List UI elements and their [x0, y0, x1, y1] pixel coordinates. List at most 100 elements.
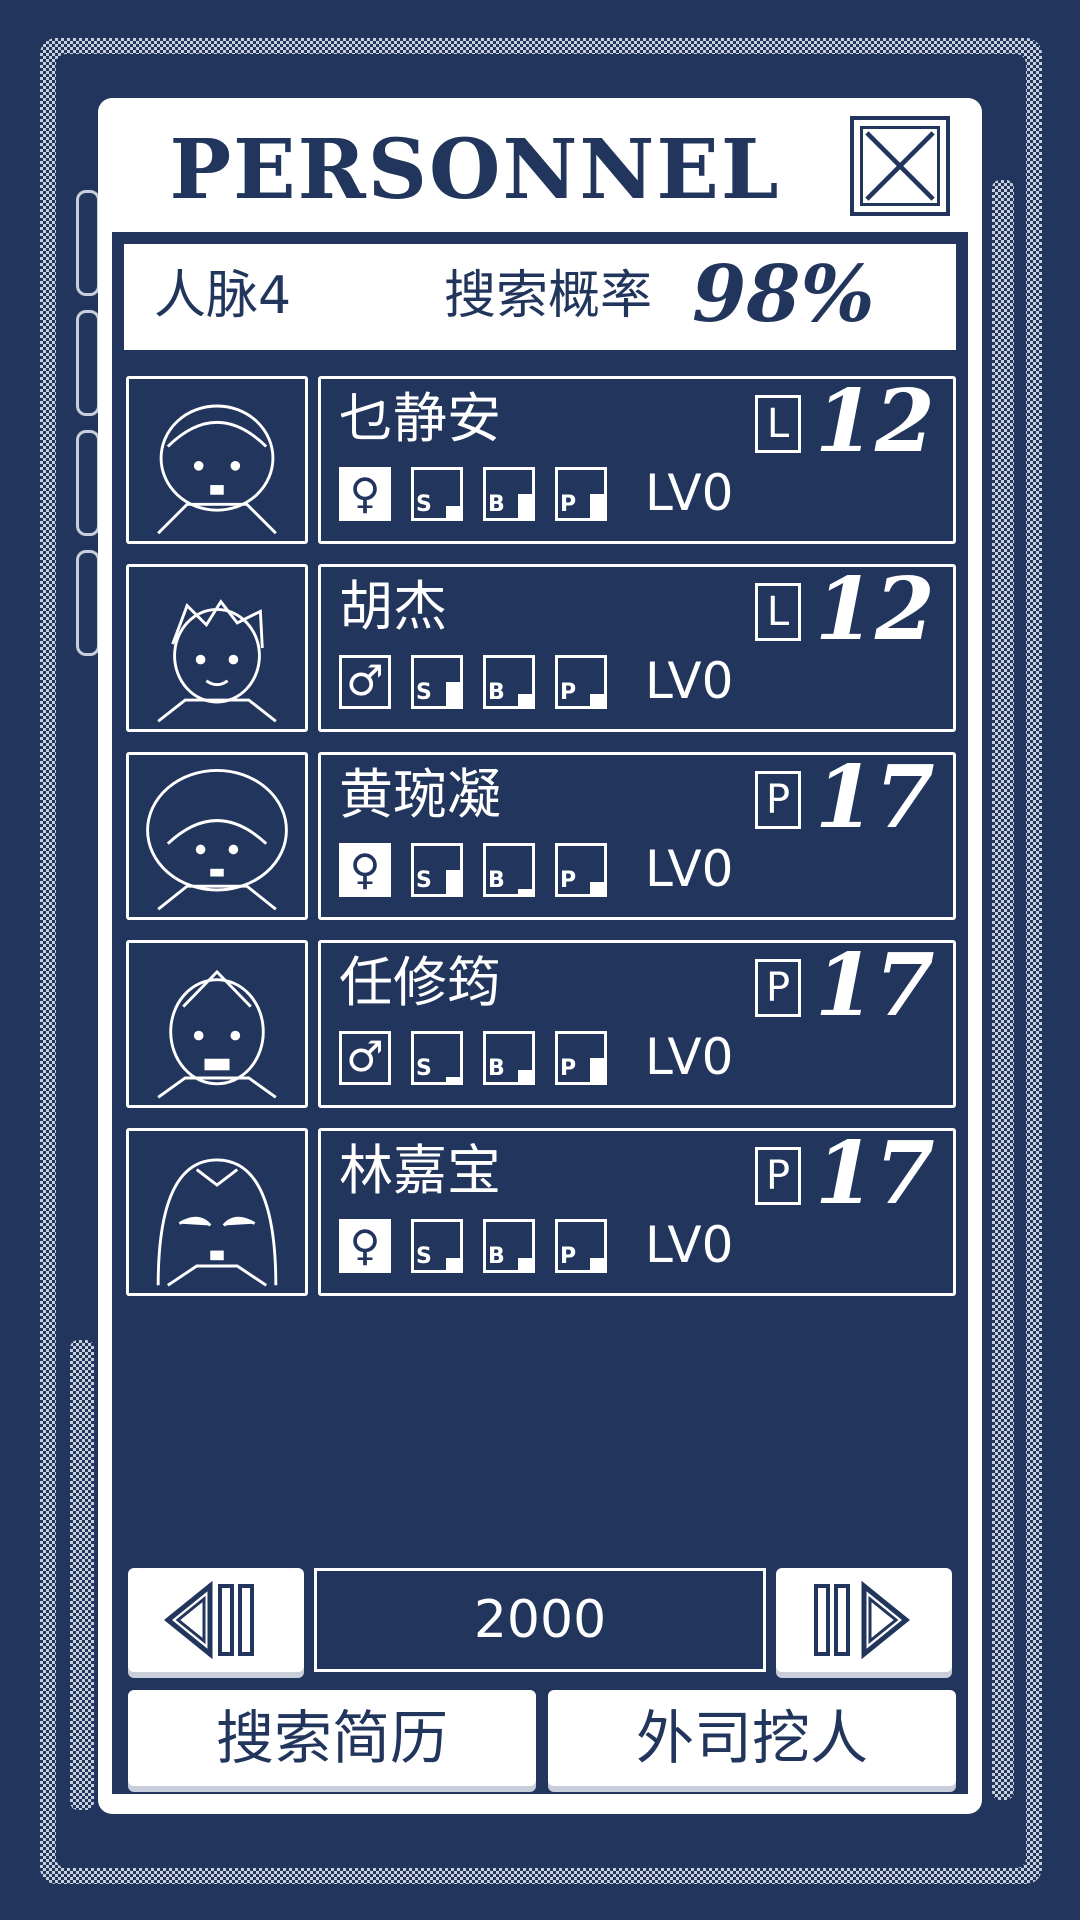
- stat-letter: P: [560, 1244, 577, 1269]
- female-icon: ♀: [339, 843, 391, 897]
- portrait-image: [157, 599, 277, 723]
- level-text: LV0: [645, 1028, 734, 1086]
- stat-fill: [446, 1077, 460, 1082]
- stat-fill: [518, 494, 532, 518]
- candidate-row[interactable]: 胡杰 L 12 ♂ S B P LV0: [126, 564, 958, 736]
- candidate-row[interactable]: 黄琬凝 P 17 ♀ S B P LV0: [126, 752, 958, 924]
- stat-s-icon: S: [411, 655, 463, 709]
- portrait-image: [146, 768, 288, 911]
- right-rail: [992, 180, 1014, 1800]
- search-rate-value: 98%: [692, 249, 875, 340]
- stat-letter: P: [560, 1056, 577, 1081]
- candidate-name: 任修筠: [339, 951, 501, 1014]
- role-badge: P: [755, 959, 801, 1017]
- stat-p-icon: P: [555, 467, 607, 521]
- candidate-card[interactable]: 乜静安 L 12 ♀ S B P LV0: [318, 376, 956, 544]
- stat-fill: [446, 1258, 460, 1270]
- level-text: LV0: [645, 840, 734, 898]
- stat-s-icon: S: [411, 1031, 463, 1085]
- stat-fill: [518, 1258, 532, 1270]
- stat-s-icon: S: [411, 843, 463, 897]
- candidate-number: 17: [815, 1123, 935, 1224]
- candidate-name: 林嘉宝: [339, 1139, 501, 1202]
- stat-letter: B: [488, 492, 505, 517]
- arrow-left-icon: [164, 1580, 254, 1660]
- candidate-number: 17: [815, 935, 935, 1036]
- stat-b-icon: B: [483, 467, 535, 521]
- candidate-card[interactable]: 任修筠 P 17 ♂ S B P LV0: [318, 940, 956, 1108]
- left-rail-segment: [76, 550, 100, 656]
- stat-fill: [446, 682, 460, 706]
- stat-fill: [518, 694, 532, 706]
- stat-letter: S: [416, 492, 432, 517]
- close-button[interactable]: [850, 116, 950, 216]
- stat-b-icon: B: [483, 1219, 535, 1273]
- candidate-card[interactable]: 黄琬凝 P 17 ♀ S B P LV0: [318, 752, 956, 920]
- stat-fill: [590, 882, 604, 894]
- candidate-card[interactable]: 林嘉宝 P 17 ♀ S B P LV0: [318, 1128, 956, 1296]
- stat-letter: S: [416, 868, 432, 893]
- stat-s-icon: S: [411, 467, 463, 521]
- stat-letter: B: [488, 1056, 505, 1081]
- stat-s-icon: S: [411, 1219, 463, 1273]
- candidate-portrait: [126, 564, 308, 732]
- role-badge: P: [755, 771, 801, 829]
- candidate-row[interactable]: 任修筠 P 17 ♂ S B P LV0: [126, 940, 958, 1112]
- stat-fill: [590, 1258, 604, 1270]
- candidate-portrait: [126, 1128, 308, 1296]
- stat-p-icon: P: [555, 843, 607, 897]
- stat-letter: P: [560, 868, 577, 893]
- stat-fill: [446, 506, 460, 518]
- stat-fill: [518, 889, 532, 894]
- poach-button[interactable]: 外司挖人: [548, 1690, 956, 1786]
- stat-fill: [590, 1058, 604, 1082]
- candidate-portrait: [126, 752, 308, 920]
- left-rail: [70, 1340, 94, 1810]
- left-rail-segment: [76, 310, 100, 416]
- stat-letter: B: [488, 680, 505, 705]
- next-year-button[interactable]: [776, 1568, 952, 1672]
- stat-letter: S: [416, 1244, 432, 1269]
- left-rail-segment: [76, 430, 100, 536]
- portrait-image: [157, 969, 277, 1099]
- stat-p-icon: P: [555, 655, 607, 709]
- stat-letter: S: [416, 680, 432, 705]
- portrait-image: [157, 404, 277, 535]
- stat-letter: P: [560, 492, 577, 517]
- stat-b-icon: B: [483, 655, 535, 709]
- stat-fill: [590, 494, 604, 518]
- male-icon: ♂: [339, 1031, 391, 1085]
- candidate-number: 17: [815, 747, 935, 848]
- arrow-right-icon: [814, 1580, 910, 1660]
- candidate-name: 黄琬凝: [339, 763, 501, 826]
- candidate-row[interactable]: 林嘉宝 P 17 ♀ S B P LV0: [126, 1128, 958, 1300]
- role-badge: L: [755, 583, 801, 641]
- candidate-number: 12: [815, 559, 935, 660]
- stat-letter: B: [488, 1244, 505, 1269]
- male-icon: ♂: [339, 655, 391, 709]
- year-display: 2000: [314, 1568, 766, 1672]
- info-bar: 人脉4 搜索概率 98%: [124, 244, 956, 350]
- page-title: PERSONNEL: [169, 122, 781, 218]
- candidate-name: 乜静安: [339, 387, 501, 450]
- candidate-card[interactable]: 胡杰 L 12 ♂ S B P LV0: [318, 564, 956, 732]
- candidate-number: 12: [815, 371, 935, 472]
- candidate-name: 胡杰: [339, 575, 447, 638]
- role-badge: P: [755, 1147, 801, 1205]
- stat-b-icon: B: [483, 1031, 535, 1085]
- stat-p-icon: P: [555, 1219, 607, 1273]
- female-icon: ♀: [339, 467, 391, 521]
- stat-letter: S: [416, 1056, 432, 1081]
- candidate-portrait: [126, 376, 308, 544]
- search-rate-label: 搜索概率: [444, 266, 653, 326]
- candidate-portrait: [126, 940, 308, 1108]
- search-resume-button[interactable]: 搜索简历: [128, 1690, 536, 1786]
- contacts-count: 人脉4: [154, 266, 292, 326]
- stat-letter: P: [560, 680, 577, 705]
- stat-fill: [590, 694, 604, 706]
- level-text: LV0: [645, 1216, 734, 1274]
- close-icon: [865, 131, 935, 201]
- prev-year-button[interactable]: [128, 1568, 304, 1672]
- candidate-row[interactable]: 乜静安 L 12 ♀ S B P LV0: [126, 376, 958, 548]
- stat-letter: B: [488, 868, 505, 893]
